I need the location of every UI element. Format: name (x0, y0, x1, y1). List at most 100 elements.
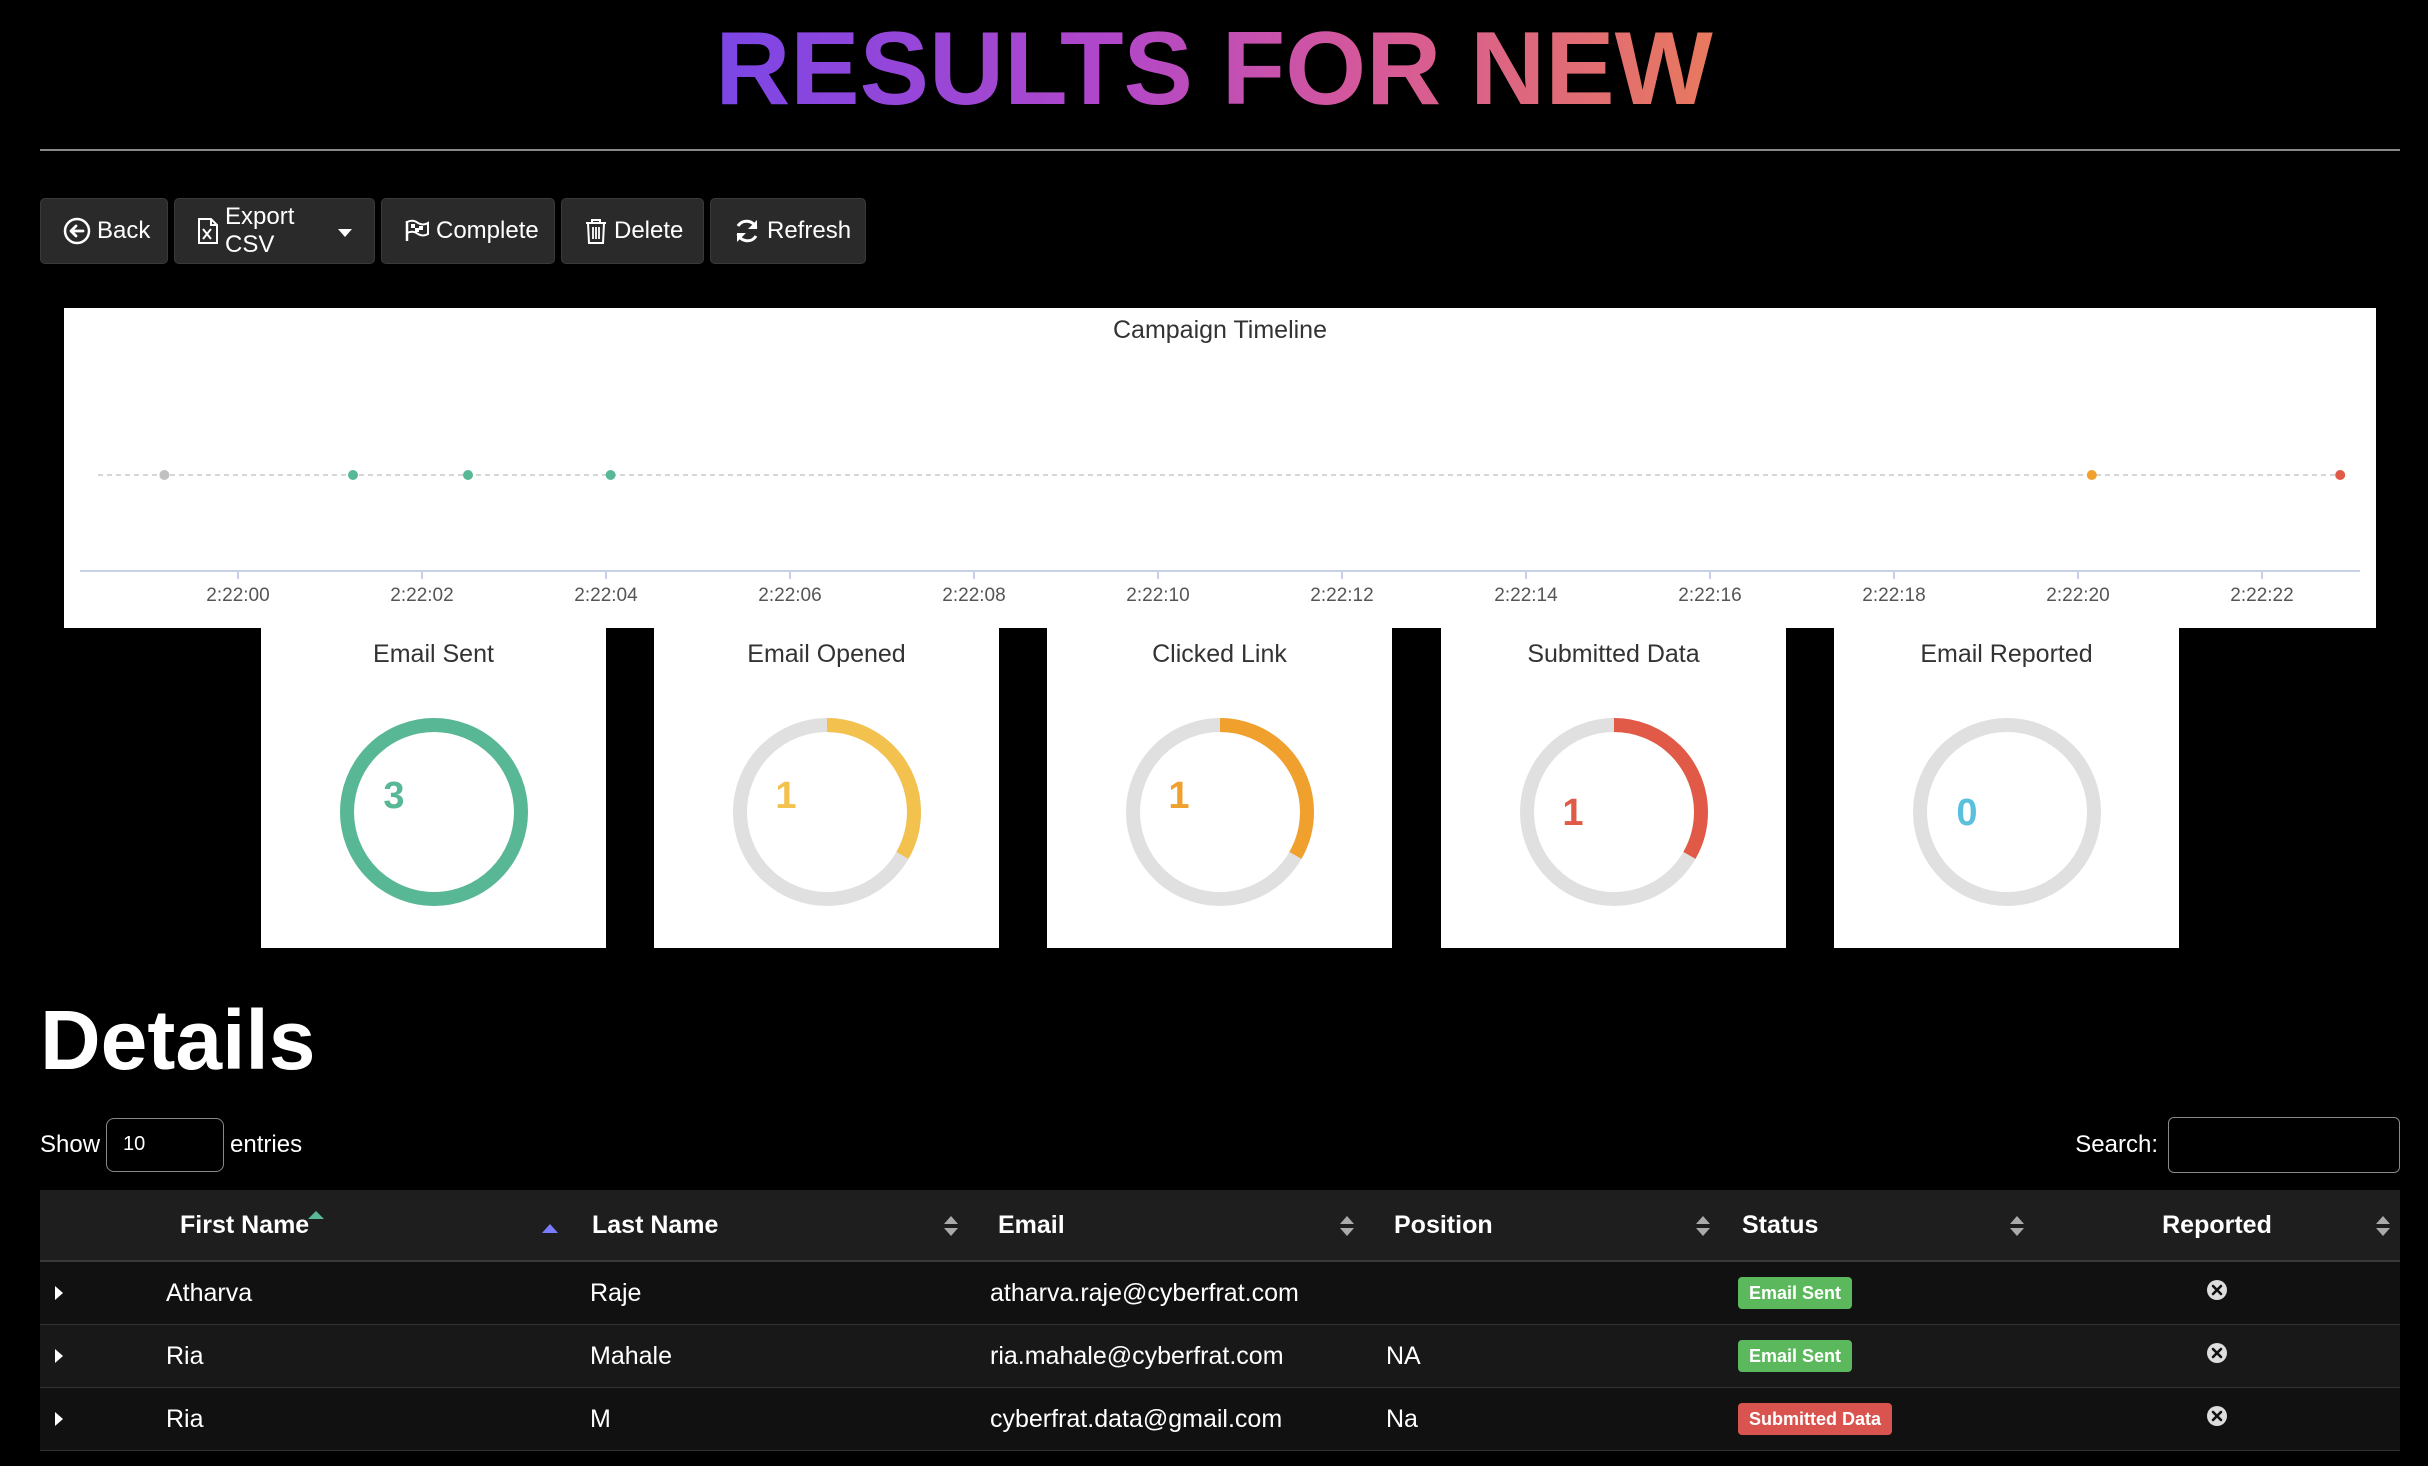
entries-label: entries (230, 1131, 303, 1158)
status-cell: Submitted Data (1720, 1387, 2034, 1451)
campaign-timeline-chart: Campaign Timeline 2:22:00 2:22:02 2:22:04 2… (64, 308, 2376, 628)
refresh-button-label: Refresh (767, 217, 852, 244)
timeline-tick-label: 2:22:14 (1494, 585, 1558, 606)
timeline-tick-label: 2:22:20 (2046, 585, 2109, 606)
stat-value: 0 (1956, 792, 1977, 834)
stat-card-email-sent: Email Sent 3 (261, 628, 606, 948)
timeline-event-point[interactable] (2335, 470, 2346, 480)
not-reported-icon (2206, 1342, 2228, 1370)
reported-cell (2034, 1324, 2400, 1388)
back-button[interactable]: Back (40, 198, 168, 264)
export-csv-label: Export CSV (225, 203, 295, 258)
expand-row-control[interactable] (40, 1261, 160, 1325)
last-name-cell: Raje (568, 1261, 968, 1325)
first-name-cell: Ria (160, 1387, 568, 1451)
complete-button[interactable]: Complete (381, 198, 555, 264)
status-badge: Email Sent (1738, 1340, 1853, 1372)
stat-donut-chart: 1 (1126, 718, 1314, 906)
email-header[interactable]: Email (968, 1190, 1364, 1262)
expand-row-control[interactable] (40, 1387, 160, 1451)
first-name-header[interactable]: First Name (160, 1190, 568, 1262)
delete-button-label: Delete (614, 217, 684, 244)
stat-card-submitted-data: Submitted Data 1 (1441, 628, 1786, 948)
stat-value: 1 (1562, 792, 1583, 834)
details-heading: Details (40, 993, 316, 1087)
sort-icon (1340, 1214, 1354, 1245)
sort-asc-icon (542, 1212, 558, 1241)
table-row[interactable]: Ria Mahale ria.mahale@cyberfrat.com NA E… (40, 1324, 2400, 1388)
caret-down-icon (338, 217, 352, 245)
delete-button[interactable]: Delete (561, 198, 704, 264)
timeline-tick-label: 2:22:12 (1310, 585, 1373, 606)
timeline-event-point[interactable] (463, 470, 473, 480)
timeline-event-point[interactable] (159, 470, 170, 480)
last-name-cell: M (568, 1387, 968, 1451)
reported-cell (2034, 1261, 2400, 1325)
email-cell: cyberfrat.data@gmail.com (968, 1387, 1364, 1451)
position-cell: Na (1364, 1387, 1720, 1451)
expand-column-header (40, 1190, 160, 1262)
donut-track (1913, 718, 2101, 906)
timeline-tick-label: 2:22:18 (1862, 585, 1925, 606)
sort-icon (1696, 1214, 1710, 1245)
status-header[interactable]: Status (1720, 1190, 2034, 1262)
stat-donut-chart: 1 (1520, 718, 1708, 906)
timeline-event-point[interactable] (348, 470, 358, 480)
stat-donut-chart: 1 (733, 718, 921, 906)
export-csv-button[interactable]: Export CSV (174, 198, 375, 264)
stat-donut-chart: 3 (340, 718, 528, 906)
position-header[interactable]: Position (1364, 1190, 1720, 1262)
refresh-button[interactable]: Refresh (710, 198, 866, 264)
timeline-tick-label: 2:22:00 (206, 585, 269, 606)
email-cell: ria.mahale@cyberfrat.com (968, 1324, 1364, 1388)
back-button-label: Back (97, 217, 151, 244)
file-excel-icon (197, 217, 219, 245)
caret-right-icon (40, 1411, 64, 1431)
sort-icon (2376, 1214, 2390, 1245)
status-cell: Email Sent (1720, 1324, 2034, 1388)
search-label: Search: (2075, 1131, 2158, 1158)
table-row[interactable]: Ria M cyberfrat.data@gmail.com Na Submit… (40, 1387, 2400, 1451)
title-divider (40, 149, 2400, 151)
reported-cell (2034, 1387, 2400, 1451)
timeline-event-point[interactable] (605, 470, 616, 480)
sort-asc-indicator-icon (308, 1198, 324, 1227)
timeline-event-point[interactable] (2086, 470, 2097, 480)
caret-right-icon (40, 1348, 64, 1368)
timeline-tick-label: 2:22:02 (390, 585, 453, 606)
table-row[interactable]: Atharva Raje atharva.raje@cyberfrat.com … (40, 1261, 2400, 1325)
timeline-tick-label: 2:22:04 (574, 585, 638, 606)
stat-value: 1 (1168, 775, 1189, 817)
last-name-cell: Mahale (568, 1324, 968, 1388)
entries-length-control: Show 10 entries (40, 1116, 302, 1174)
entries-select[interactable]: 10 (106, 1118, 225, 1172)
back-arrow-icon (63, 217, 91, 245)
stat-card-email-opened: Email Opened 1 (654, 628, 999, 948)
toolbar: Back Export CSV Complete Delete Refresh (40, 198, 866, 264)
complete-button-label: Complete (436, 217, 539, 244)
last-name-header[interactable]: Last Name (568, 1190, 968, 1262)
timeline-tick-label: 2:22:06 (758, 585, 821, 606)
stat-value: 1 (775, 775, 796, 817)
expand-row-control[interactable] (40, 1324, 160, 1388)
timeline-tick-label: 2:22:10 (1126, 585, 1189, 606)
sort-icon (944, 1214, 958, 1245)
not-reported-icon (2206, 1279, 2228, 1307)
position-cell (1364, 1261, 1720, 1325)
results-table: First Name Last Name Email Position Stat… (40, 1190, 2400, 1451)
sort-icon (2010, 1214, 2024, 1245)
stat-donut-chart: 0 (1913, 718, 2101, 906)
timeline-ticks: 2:22:00 2:22:02 2:22:04 2:22:06 2:22:08 2:22:… (206, 571, 2294, 606)
reported-header[interactable]: Reported (2034, 1190, 2400, 1262)
first-name-cell: Atharva (160, 1261, 568, 1325)
donut-value-arc (340, 718, 528, 906)
not-reported-icon (2206, 1405, 2228, 1433)
search-input[interactable] (2168, 1117, 2400, 1173)
timeline-tick-label: 2:22:08 (942, 585, 1005, 606)
status-badge: Submitted Data (1738, 1403, 1893, 1435)
status-badge: Email Sent (1738, 1277, 1853, 1309)
trash-icon (584, 217, 608, 245)
page-title: RESULTS FOR NEW (715, 11, 1713, 127)
show-label: Show (40, 1131, 101, 1158)
first-name-cell: Ria (160, 1324, 568, 1388)
